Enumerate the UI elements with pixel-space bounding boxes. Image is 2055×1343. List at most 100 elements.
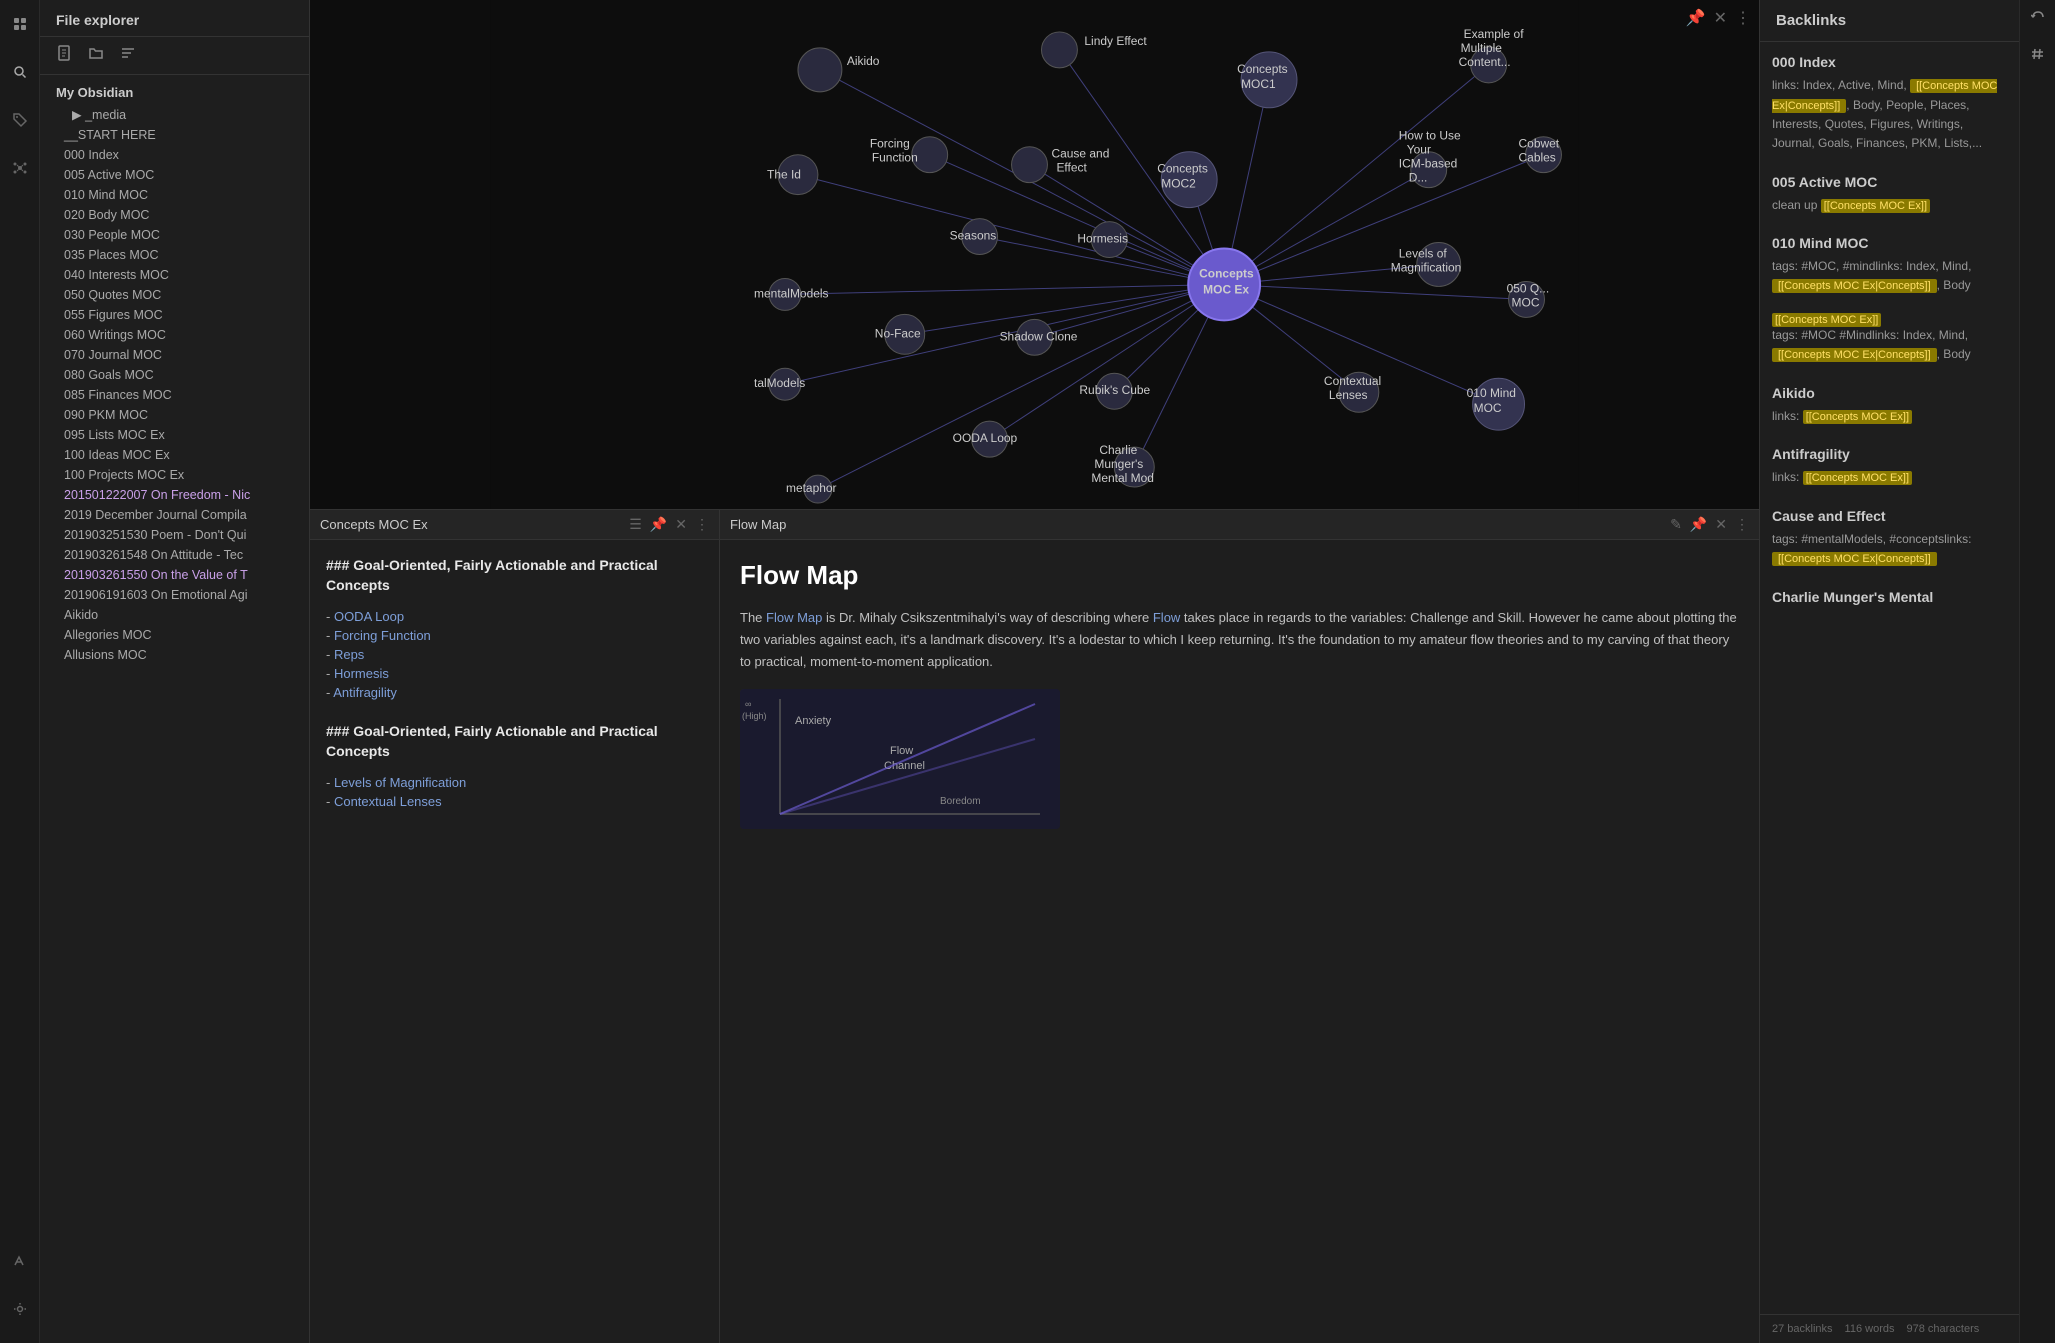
concepts-reading-icon[interactable]: ☰ xyxy=(629,516,642,533)
tree-item-16[interactable]: 095 Lists MOC Ex xyxy=(40,425,309,445)
graph-canvas: Aikido Lindy Effect Forcing Function Cau… xyxy=(310,0,1759,509)
tree-item-4[interactable]: 010 Mind MOC xyxy=(40,185,309,205)
tree-item-14[interactable]: 085 Finances MOC xyxy=(40,385,309,405)
svg-text:Concepts: Concepts xyxy=(1157,162,1208,176)
svg-text:talModels: talModels xyxy=(754,376,805,390)
sort-button[interactable] xyxy=(120,45,136,66)
backlink-ref[interactable]: [[Concepts MOC Ex|Concepts]] xyxy=(1775,348,1934,362)
concept-link-2[interactable]: Reps xyxy=(334,647,364,662)
svg-text:Rubik's Cube: Rubik's Cube xyxy=(1079,383,1150,397)
backlink-ref[interactable]: [[Concepts MOC Ex]] xyxy=(1803,471,1912,485)
flowmap-pin-icon[interactable]: 📌 xyxy=(1690,516,1707,533)
tree-item-9[interactable]: 050 Quotes MOC xyxy=(40,285,309,305)
flowmap-edit-icon[interactable]: ✎ xyxy=(1670,516,1682,533)
tree-item-15[interactable]: 090 PKM MOC xyxy=(40,405,309,425)
svg-text:Function: Function xyxy=(872,151,918,165)
graph-icon[interactable] xyxy=(6,154,34,182)
tree-item-18[interactable]: 100 Projects MOC Ex xyxy=(40,465,309,485)
concept-link-4[interactable]: Antifragility xyxy=(333,685,397,700)
tree-item-8[interactable]: 040 Interests MOC xyxy=(40,265,309,285)
backlink-section-title-4[interactable]: Antifragility xyxy=(1772,446,2007,462)
concepts-close-icon[interactable]: ✕ xyxy=(675,516,687,533)
tree-item-1[interactable]: __START HERE xyxy=(40,125,309,145)
backlinks-icon[interactable] xyxy=(2031,10,2045,27)
graph-more-icon[interactable]: ⋮ xyxy=(1735,8,1751,28)
backlink-section-text-5: tags: #mentalModels, #conceptslinks: [[C… xyxy=(1772,530,2007,569)
hashtag-icon[interactable] xyxy=(2031,47,2045,64)
tree-item-6[interactable]: 030 People MOC xyxy=(40,225,309,245)
tree-item-5[interactable]: 020 Body MOC xyxy=(40,205,309,225)
tree-item-13[interactable]: 080 Goals MOC xyxy=(40,365,309,385)
backlink-extra-ref-2[interactable]: [[Concepts MOC Ex]] xyxy=(1772,313,1881,327)
backlink-ref[interactable]: [[Concepts MOC Ex|Concepts]] xyxy=(1772,279,1937,293)
svg-text:010 Mind: 010 Mind xyxy=(1467,386,1516,400)
tree-item-21[interactable]: 201903251530 Poem - Don't Qui xyxy=(40,525,309,545)
tree-item-26[interactable]: Allegories MOC xyxy=(40,625,309,645)
flow-link[interactable]: Flow xyxy=(1153,610,1180,625)
flow-map-link[interactable]: Flow Map xyxy=(766,610,822,625)
concepts-pin-icon[interactable]: 📌 xyxy=(650,516,667,533)
tags-icon[interactable] xyxy=(6,106,34,134)
concept-link-1[interactable]: Forcing Function xyxy=(334,628,431,643)
open-vault-icon[interactable] xyxy=(6,1247,34,1275)
flow-chart-image: ∞ (High) Anxiety Flow Channel Boredom xyxy=(740,689,1060,829)
tree-item-25[interactable]: Aikido xyxy=(40,605,309,625)
tree-item-10[interactable]: 055 Figures MOC xyxy=(40,305,309,325)
settings-icon[interactable] xyxy=(6,1295,34,1323)
backlink-ref[interactable]: [[Concepts MOC Ex|Concepts]] xyxy=(1772,79,1997,113)
tree-item-23[interactable]: 201903261550 On the Value of T xyxy=(40,565,309,585)
graph-pin-icon[interactable]: 📌 xyxy=(1686,8,1706,28)
vault-root[interactable]: My Obsidian xyxy=(40,81,309,104)
tree-item-2[interactable]: 000 Index xyxy=(40,145,309,165)
concept-link2-0[interactable]: Levels of Magnification xyxy=(334,775,466,790)
tree-item-11[interactable]: 060 Writings MOC xyxy=(40,325,309,345)
tree-item-3[interactable]: 005 Active MOC xyxy=(40,165,309,185)
backlinks-count: 27 backlinks xyxy=(1772,1323,1833,1335)
graph-close-icon[interactable]: ✕ xyxy=(1714,8,1727,28)
backlink-ref[interactable]: [[Concepts MOC Ex]] xyxy=(1803,410,1912,424)
flowmap-panel-title: Flow Map xyxy=(730,517,1662,532)
svg-text:Anxiety: Anxiety xyxy=(795,715,832,727)
concept-link2-1[interactable]: Contextual Lenses xyxy=(334,794,442,809)
flowmap-paragraph: The Flow Map is Dr. Mihaly Csikszentmiha… xyxy=(740,607,1739,673)
backlink-section-title-6[interactable]: Charlie Munger's Mental xyxy=(1772,589,2007,605)
graph-panel-header: 📌 ✕ ⋮ xyxy=(1686,8,1751,28)
graph-panel: 📌 ✕ ⋮ xyxy=(310,0,1759,510)
file-explorer-icon[interactable] xyxy=(6,10,34,38)
svg-text:Lenses: Lenses xyxy=(1329,388,1368,402)
svg-text:Munger's: Munger's xyxy=(1094,457,1143,471)
backlink-section-title-3[interactable]: Aikido xyxy=(1772,385,2007,401)
tree-item-7[interactable]: 035 Places MOC xyxy=(40,245,309,265)
tree-item-12[interactable]: 070 Journal MOC xyxy=(40,345,309,365)
backlink-section-title-2[interactable]: 010 Mind MOC xyxy=(1772,235,2007,251)
concept-link-0[interactable]: OODA Loop xyxy=(334,609,404,624)
concepts-more-icon[interactable]: ⋮ xyxy=(695,516,709,533)
backlink-ref[interactable]: [[Concepts MOC Ex|Concepts]] xyxy=(1775,552,1934,566)
backlink-ref[interactable]: [[Concepts MOC Ex|Concepts]] xyxy=(1772,79,1997,113)
concepts-list-1-item-4: - Antifragility xyxy=(326,683,703,702)
tree-item-0[interactable]: ▶ _media xyxy=(40,104,309,125)
concepts-list-2: - Levels of Magnification- Contextual Le… xyxy=(326,773,703,811)
backlink-ref[interactable]: [[Concepts MOC Ex|Concepts]] xyxy=(1772,552,1937,566)
backlink-section-title-1[interactable]: 005 Active MOC xyxy=(1772,174,2007,190)
tree-item-20[interactable]: 2019 December Journal Compila xyxy=(40,505,309,525)
right-icon-bar xyxy=(2019,0,2055,1343)
tree-item-17[interactable]: 100 Ideas MOC Ex xyxy=(40,445,309,465)
concept-link-3[interactable]: Hormesis xyxy=(334,666,389,681)
concepts-list-2-item-0: - Levels of Magnification xyxy=(326,773,703,792)
backlink-ref[interactable]: [[Concepts MOC Ex|Concepts]] xyxy=(1775,279,1934,293)
backlink-section-title-5[interactable]: Cause and Effect xyxy=(1772,508,2007,524)
backlink-ref[interactable]: [[Concepts MOC Ex|Concepts]] xyxy=(1772,348,1937,362)
flowmap-close-icon[interactable]: ✕ xyxy=(1715,516,1727,533)
backlink-section-title-0[interactable]: 000 Index xyxy=(1772,54,2007,70)
backlink-ref[interactable]: [[Concepts MOC Ex]] xyxy=(1821,199,1930,213)
tree-item-27[interactable]: Allusions MOC xyxy=(40,645,309,665)
new-folder-button[interactable] xyxy=(88,45,104,66)
tree-item-22[interactable]: 201903261548 On Attitude - Tec xyxy=(40,545,309,565)
tree-item-19[interactable]: 201501222007 On Freedom - Nic xyxy=(40,485,309,505)
tree-item-24[interactable]: 201906191603 On Emotional Agi xyxy=(40,585,309,605)
search-icon[interactable] xyxy=(6,58,34,86)
backlink-section-0: 000 Indexlinks: Index, Active, Mind, [[C… xyxy=(1772,54,2007,154)
new-file-button[interactable] xyxy=(56,45,72,66)
flowmap-more-icon[interactable]: ⋮ xyxy=(1735,516,1749,533)
